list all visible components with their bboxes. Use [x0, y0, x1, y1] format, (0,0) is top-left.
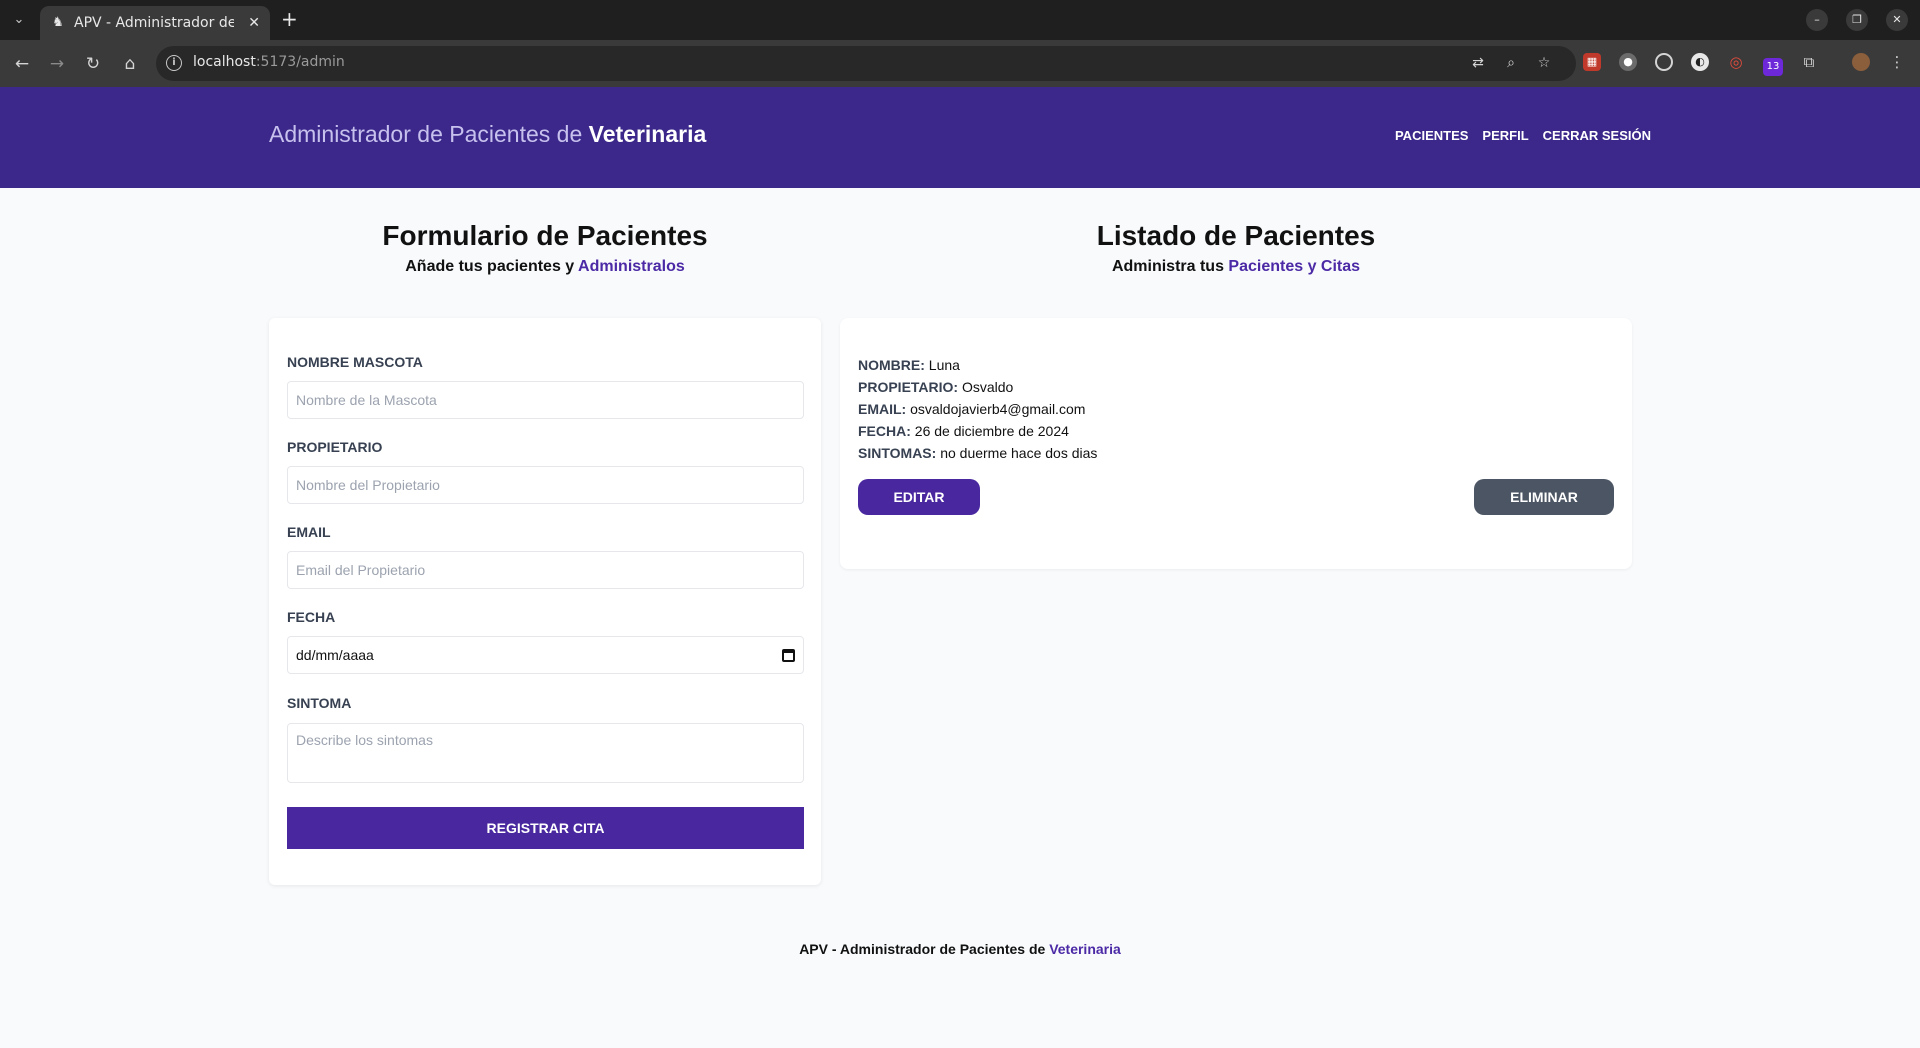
- url-text: localhost:5173/admin: [193, 54, 345, 70]
- extensions-puzzle-icon[interactable]: ⧉: [1800, 53, 1818, 71]
- patient-card: NOMBRE: Luna PROPIETARIO: Osvaldo EMAIL:…: [840, 318, 1632, 569]
- patient-details: NOMBRE: Luna PROPIETARIO: Osvaldo EMAIL:…: [858, 354, 1097, 464]
- calendar-icon[interactable]: [782, 648, 795, 662]
- main-nav: Pacientes Perfil Cerrar Sesión: [1395, 128, 1651, 143]
- patient-owner-row: PROPIETARIO: Osvaldo: [858, 379, 1014, 395]
- patient-date-row: FECHA: 26 de diciembre de 2024: [858, 423, 1069, 439]
- profile-avatar[interactable]: [1852, 53, 1870, 71]
- nav-link-perfil[interactable]: Perfil: [1482, 128, 1528, 143]
- translate-icon[interactable]: ⇄: [1468, 53, 1488, 73]
- symptom-label: Sintoma: [287, 695, 352, 711]
- tab-search-chevron-icon[interactable]: ⌄: [8, 9, 30, 31]
- date-value: dd/mm/aaaa: [296, 647, 374, 663]
- date-input[interactable]: dd/mm/aaaa: [287, 636, 804, 674]
- patient-email-row: EMAIL: osvaldojavierb4@gmail.com: [858, 401, 1086, 417]
- home-icon[interactable]: ⌂: [118, 52, 142, 76]
- browser-tab-active[interactable]: ♞ APV - Administrador de Pacientes ✕: [40, 6, 270, 40]
- more-menu-icon[interactable]: ⋮: [1888, 53, 1906, 71]
- pet-name-input[interactable]: [287, 381, 804, 419]
- site-info-icon[interactable]: i: [166, 55, 182, 71]
- date-label: Fecha: [287, 609, 336, 625]
- close-tab-icon[interactable]: ✕: [248, 14, 260, 32]
- extension-icon[interactable]: ◐: [1691, 53, 1709, 71]
- tab-title: APV - Administrador de Pacientes: [74, 15, 234, 31]
- owner-input[interactable]: [287, 466, 804, 504]
- footer-accent: Veterinaria: [1049, 941, 1121, 957]
- browser-toolbar: ← → ↻ ⌂ i localhost:5173/admin ⇄ ⌕ ☆ ▦ ●…: [0, 40, 1920, 87]
- paw-favicon-icon: ♞: [52, 15, 64, 30]
- form-section-heading: Formulario de Pacientes Añade tus pacien…: [269, 220, 821, 276]
- patient-name-row: NOMBRE: Luna: [858, 357, 960, 373]
- form-title: Formulario de Pacientes: [382, 220, 708, 251]
- symptom-textarea[interactable]: [287, 723, 804, 783]
- footer: APV - Administrador de Pacientes de Vete…: [0, 941, 1920, 957]
- list-section-heading: Listado de Pacientes Administra tus Paci…: [840, 220, 1632, 276]
- owner-label: Propietario: [287, 439, 383, 455]
- extension-badge[interactable]: 13: [1763, 58, 1783, 76]
- nav-link-cerrar-sesion[interactable]: Cerrar Sesión: [1543, 128, 1651, 143]
- app-brand: Administrador de Pacientes de Veterinari…: [269, 121, 707, 147]
- new-tab-icon[interactable]: +: [281, 8, 298, 30]
- email-input[interactable]: [287, 551, 804, 589]
- register-appointment-button[interactable]: Registrar Cita: [287, 807, 804, 849]
- close-window-icon[interactable]: ✕: [1886, 9, 1908, 31]
- minimize-icon[interactable]: –: [1806, 9, 1828, 31]
- pet-name-label: Nombre Mascota: [287, 354, 423, 370]
- app-header: Administrador de Pacientes de Veterinari…: [0, 87, 1920, 188]
- bookmark-star-icon[interactable]: ☆: [1534, 53, 1554, 73]
- list-subtitle: Administra tus Pacientes y Citas: [1111, 258, 1361, 275]
- extension-icon[interactable]: ▦: [1583, 53, 1601, 71]
- patient-form: Nombre Mascota Propietario Email Fecha d…: [269, 318, 821, 885]
- forward-arrow-icon[interactable]: →: [45, 52, 69, 76]
- browser-tab-strip: ⌄ ♞ APV - Administrador de Pacientes ✕ +…: [0, 0, 1920, 40]
- restore-icon[interactable]: ❐: [1846, 9, 1868, 31]
- back-arrow-icon[interactable]: ←: [10, 52, 34, 76]
- form-subtitle: Añade tus pacientes y Administralos: [405, 258, 685, 275]
- address-bar[interactable]: i localhost:5173/admin ⇄ ⌕ ☆: [156, 46, 1576, 81]
- extension-icon[interactable]: [1655, 53, 1673, 71]
- email-label: Email: [287, 524, 331, 540]
- patient-symptoms-row: SINTOMAS: no duerme hace dos dias: [858, 445, 1098, 461]
- zoom-icon[interactable]: ⌕: [1501, 53, 1521, 73]
- nav-link-pacientes[interactable]: Pacientes: [1395, 128, 1468, 143]
- footer-text: APV - Administrador de Pacientes de: [799, 941, 1050, 957]
- list-title: Listado de Pacientes: [1096, 220, 1376, 251]
- delete-button[interactable]: ELIMINAR: [1474, 479, 1614, 515]
- edit-button[interactable]: EDITAR: [858, 479, 980, 515]
- reload-icon[interactable]: ↻: [81, 52, 105, 76]
- extension-icon[interactable]: ◎: [1727, 53, 1745, 71]
- extension-icon[interactable]: ●: [1619, 53, 1637, 71]
